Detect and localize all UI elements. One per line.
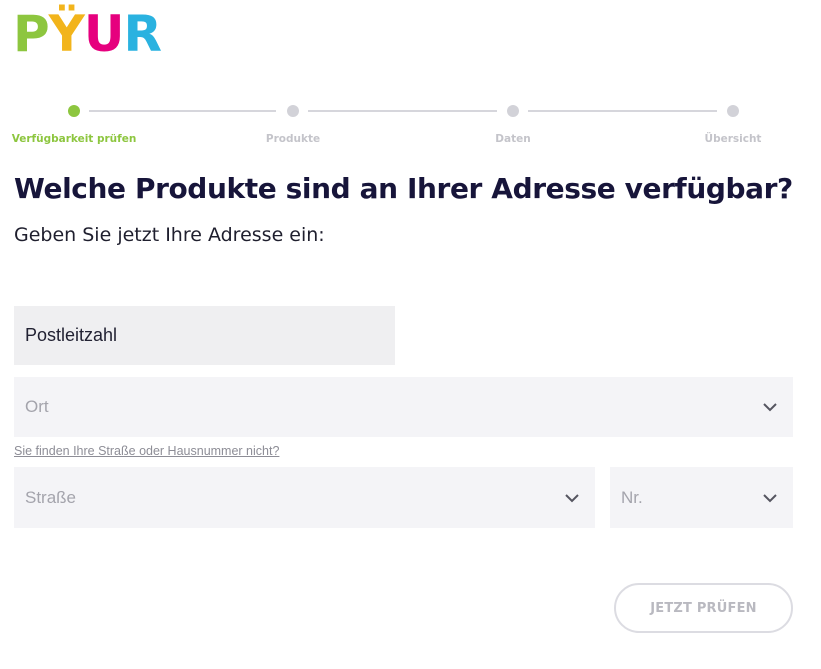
- pyur-logo[interactable]: P Ÿ U R: [13, 5, 162, 63]
- step-dot-data: [507, 105, 519, 117]
- step-dot-availability: [68, 105, 80, 117]
- page-subtitle: Geben Sie jetzt Ihre Adresse ein:: [14, 224, 325, 246]
- stepper-connector: [89, 110, 276, 112]
- stepper-connector: [308, 110, 497, 112]
- postal-code-input[interactable]: Postleitzahl: [14, 306, 395, 365]
- step-label-availability: Verfügbarkeit prüfen: [11, 133, 137, 145]
- house-number-select[interactable]: Nr.: [610, 467, 793, 528]
- street-placeholder: Straße: [25, 487, 77, 507]
- step-label-overview: Übersicht: [704, 133, 762, 145]
- logo-letter: U: [83, 5, 125, 63]
- city-placeholder: Ort: [25, 397, 49, 416]
- logo-letter: Ÿ: [48, 5, 85, 63]
- missing-street-link[interactable]: Sie finden Ihre Straße oder Hausnummer n…: [14, 444, 279, 458]
- city-select[interactable]: Ort: [14, 377, 793, 437]
- stepper-connector: [528, 110, 717, 112]
- chevron-down-icon: [565, 493, 579, 502]
- house-number-placeholder: Nr.: [621, 487, 643, 507]
- page-title: Welche Produkte sind an Ihrer Adresse ve…: [14, 172, 793, 205]
- chevron-down-icon: [763, 493, 777, 502]
- step-dot-overview: [727, 105, 739, 117]
- logo-letter: R: [123, 5, 162, 63]
- step-label-data: Daten: [495, 133, 531, 145]
- step-dot-products: [287, 105, 299, 117]
- logo-letter: P: [13, 5, 50, 63]
- postal-code-placeholder: Postleitzahl: [25, 325, 118, 345]
- availability-check-page: P Ÿ U R Verfügbarkeit prüfen Produkte Da…: [0, 0, 821, 669]
- chevron-down-icon: [763, 403, 777, 412]
- street-select[interactable]: Straße: [14, 467, 595, 528]
- check-availability-button[interactable]: JETZT PRÜFEN: [614, 583, 793, 633]
- step-label-products: Produkte: [265, 133, 321, 145]
